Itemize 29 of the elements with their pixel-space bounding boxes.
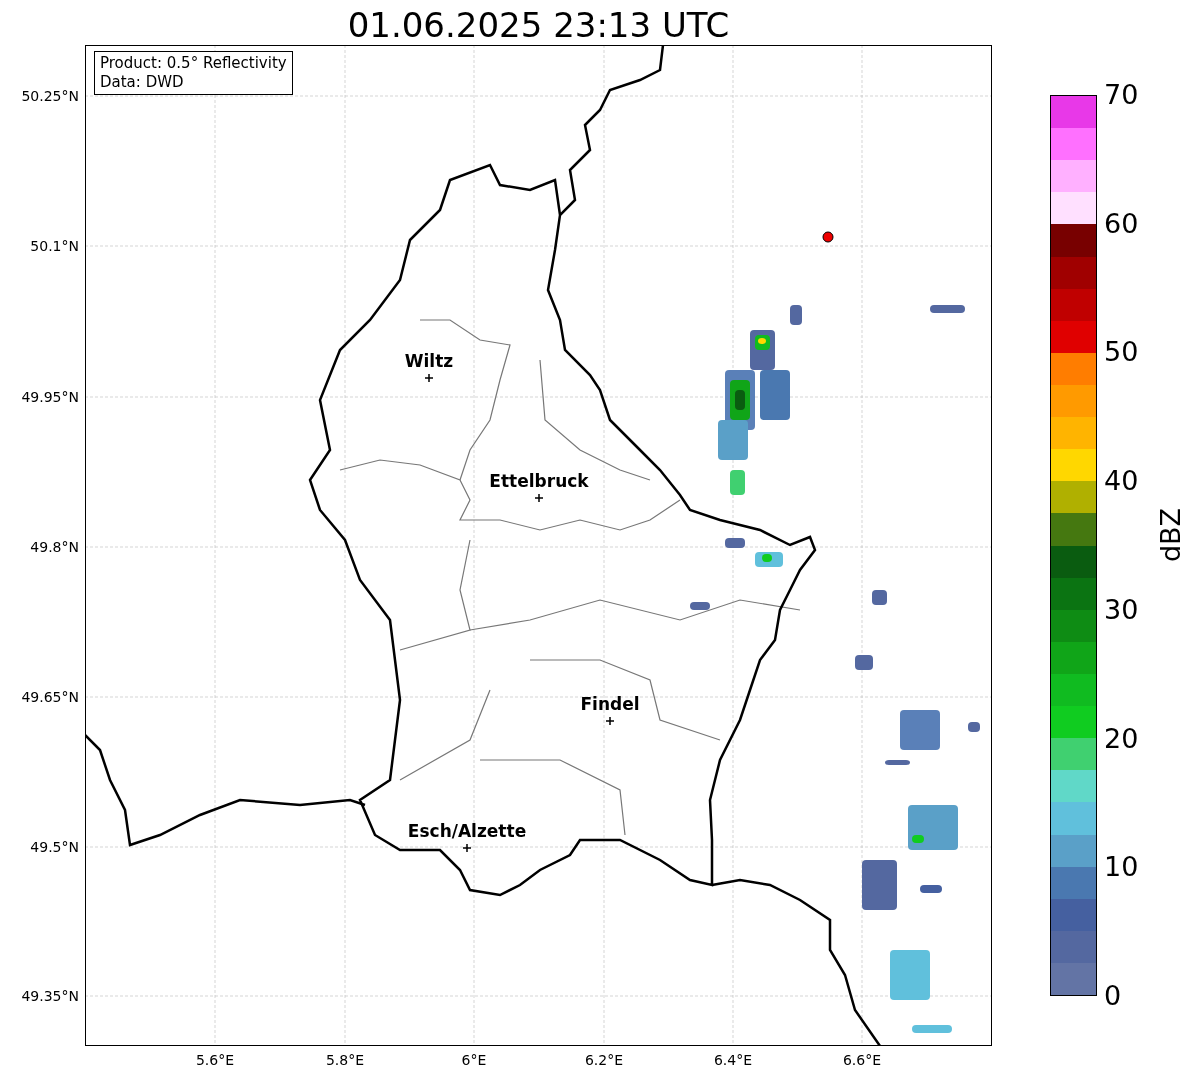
place-label: Wiltz [404, 351, 454, 371]
axis-tick-label: 50.1°N [30, 237, 79, 255]
colorbar-tick-label: 70 [1104, 80, 1139, 110]
colorbar-tick-label: 10 [1104, 852, 1139, 883]
colorbar-label: dBZ [1156, 507, 1184, 563]
colorbar-tick-label: 30 [1104, 594, 1139, 625]
axis-tick-label: 5.6°E [195, 1051, 235, 1069]
chart-title: 01.06.2025 23:13 UTC [346, 4, 731, 46]
place-label: Ettelbruck [489, 471, 589, 491]
colorbar-tick-label: 0 [1104, 981, 1122, 1011]
axis-tick-label: 6°E [461, 1051, 487, 1069]
axis-tick-label: 49.95°N [21, 388, 79, 406]
axis-tick-label: 5.8°E [325, 1051, 365, 1069]
colorbar-tick-label: 20 [1104, 723, 1139, 754]
info-text: Data: DWD [100, 73, 185, 92]
axis-tick-label: 50.25°N [21, 87, 79, 105]
colorbar-tick-label: 40 [1104, 466, 1139, 497]
axis-tick-label: 49.5°N [30, 838, 79, 856]
axis-tick-label: 6.4°E [713, 1051, 753, 1069]
place-label: Esch/Alzette [407, 821, 527, 841]
axis-tick-label: 6.6°E [842, 1051, 882, 1069]
axis-tick-label: 49.65°N [21, 688, 79, 706]
colorbar-tick-label: 60 [1104, 208, 1139, 239]
colorbar-tick-label: 50 [1104, 337, 1139, 368]
axis-tick-label: 49.8°N [30, 538, 79, 556]
axis-tick-label: 6.2°E [584, 1051, 624, 1069]
info-text: Product: 0.5° Reflectivity [100, 54, 287, 73]
axis-tick-label: 49.35°N [21, 987, 79, 1005]
place-label: Findel [580, 694, 640, 714]
